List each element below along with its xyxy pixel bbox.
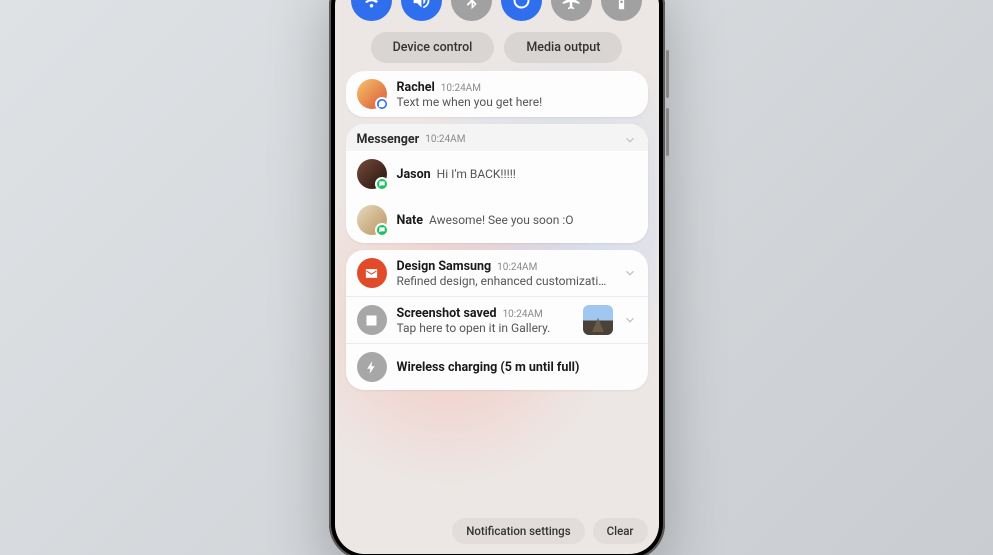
screenshot-notification[interactable]: Screenshot saved 10:24AM Tap here to ope… xyxy=(346,297,648,343)
mail-icon xyxy=(357,258,387,288)
avatar xyxy=(357,205,387,235)
notification-time: 10:24AM xyxy=(497,262,537,273)
notification-title: Screenshot saved xyxy=(397,306,497,321)
conversation-notification[interactable]: Rachel 10:24AM Text me when you get here… xyxy=(346,71,648,117)
notification-time: 10:24AM xyxy=(503,309,543,320)
image-icon xyxy=(357,305,387,335)
chat-badge-icon xyxy=(375,177,389,191)
charging-notification[interactable]: Wireless charging (5 m until full) xyxy=(346,344,648,390)
quick-settings-row xyxy=(346,0,648,21)
messenger-notification-group[interactable]: Messenger 10:24AM Jason xyxy=(346,124,648,243)
panel-footer: Notification settings Clear xyxy=(346,518,648,544)
system-notification-group: Design Samsung 10:24AM Refined design, e… xyxy=(346,250,648,390)
message-row[interactable]: Nate Awesome! See you soon :O xyxy=(346,197,648,243)
notification-body: Text me when you get here! xyxy=(397,95,637,109)
flashlight-icon[interactable] xyxy=(601,0,642,21)
notification-body: Awesome! See you soon :O xyxy=(429,213,574,227)
rotate-icon[interactable] xyxy=(501,0,542,21)
mail-notification[interactable]: Design Samsung 10:24AM Refined design, e… xyxy=(346,250,648,296)
device-control-button[interactable]: Device control xyxy=(371,32,495,63)
phone-frame: Device control Media output Ra xyxy=(329,0,665,555)
messenger-badge-icon xyxy=(375,97,389,111)
notification-title: Design Samsung xyxy=(397,259,492,274)
screen: Device control Media output Ra xyxy=(335,0,659,554)
notification-group-header[interactable]: Messenger 10:24AM xyxy=(346,124,648,151)
notification-panel: Device control Media output Ra xyxy=(335,0,659,554)
app-name: Messenger xyxy=(357,132,420,147)
screenshot-thumbnail[interactable] xyxy=(583,305,613,335)
notification-time: 10:24AM xyxy=(441,83,481,94)
notification-sender: Rachel xyxy=(397,80,435,95)
chevron-down-icon[interactable] xyxy=(623,313,637,327)
notification-settings-button[interactable]: Notification settings xyxy=(452,518,584,544)
notification-content: Wireless charging (5 m until full) xyxy=(397,360,637,375)
notification-sender: Nate xyxy=(397,213,424,228)
notification-content: Design Samsung 10:24AM Refined design, e… xyxy=(397,259,613,288)
media-output-button[interactable]: Media output xyxy=(504,32,622,63)
chevron-down-icon[interactable] xyxy=(623,266,637,280)
notification-content: Screenshot saved 10:24AM Tap here to ope… xyxy=(397,306,573,335)
notification-content: Nate Awesome! See you soon :O xyxy=(397,213,637,228)
notification-sender: Jason xyxy=(397,167,431,182)
message-row[interactable]: Jason Hi I'm BACK!!!!! xyxy=(346,151,648,197)
wifi-icon[interactable] xyxy=(351,0,392,21)
notification-content: Jason Hi I'm BACK!!!!! xyxy=(397,167,637,182)
notification-title: Wireless charging (5 m until full) xyxy=(397,360,580,375)
airplane-icon[interactable] xyxy=(551,0,592,21)
notification-body: Refined design, enhanced customizati… xyxy=(397,274,613,288)
lightning-icon xyxy=(357,352,387,382)
sound-icon[interactable] xyxy=(401,0,442,21)
clear-button[interactable]: Clear xyxy=(593,518,648,544)
quick-chips-row: Device control Media output xyxy=(346,32,648,63)
bluetooth-icon[interactable] xyxy=(451,0,492,21)
chat-badge-icon xyxy=(375,223,389,237)
notification-body: Hi I'm BACK!!!!! xyxy=(437,167,516,181)
chevron-down-icon[interactable] xyxy=(623,133,637,147)
avatar xyxy=(357,79,387,109)
notification-body: Tap here to open it in Gallery. xyxy=(397,321,573,335)
notification-time: 10:24AM xyxy=(425,134,465,145)
avatar xyxy=(357,159,387,189)
notification-list: Rachel 10:24AM Text me when you get here… xyxy=(346,71,648,508)
notification-content: Rachel 10:24AM Text me when you get here… xyxy=(397,80,637,109)
